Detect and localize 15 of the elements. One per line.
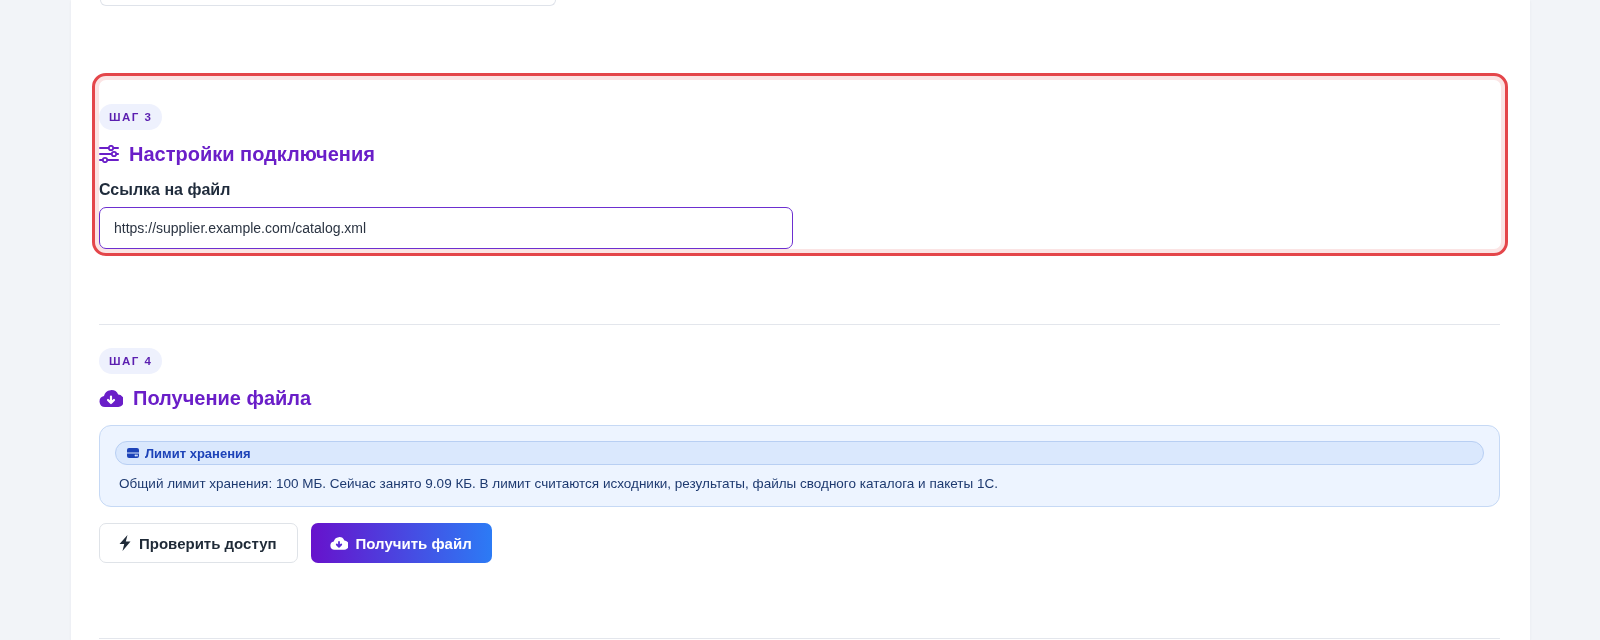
step-badge: ШАГ 4 (99, 348, 163, 374)
lightning-icon (119, 535, 131, 551)
check-access-button[interactable]: Проверить доступ (99, 523, 298, 563)
cloud-download-icon (329, 536, 348, 550)
sliders-icon (99, 145, 119, 163)
step-badge: ШАГ 3 (99, 104, 163, 130)
step-title: Получение файла (133, 386, 312, 410)
notice-text: Общий лимит хранения: 100 МБ. Сейчас занято 9.09 КБ. В лимит считаются исходники, результаты, файлы сводного каталога и пакеты 1С. (119, 475, 998, 493)
cloud-download-icon (99, 389, 123, 407)
fetch-file-button[interactable]: Получить файл (310, 523, 492, 563)
field-label: Ссылка на файл (99, 180, 231, 200)
storage-icon (127, 448, 139, 458)
url-input[interactable]: https://supplier.example.com/catalog.xml (99, 207, 793, 249)
notice-title: Лимит хранения (145, 445, 251, 461)
step-title: Настройки подключения (129, 142, 375, 166)
